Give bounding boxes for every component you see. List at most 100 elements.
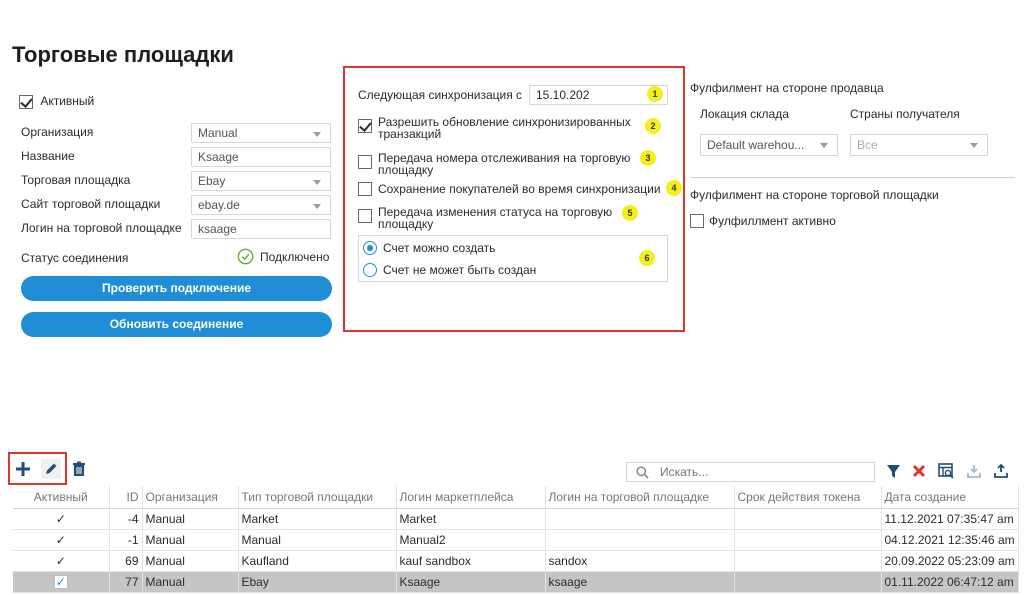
fulfillment-divider — [690, 177, 1015, 178]
delete-button[interactable] — [69, 459, 89, 479]
clear-filter-button[interactable] — [909, 461, 929, 481]
table-row[interactable]: ✓ -1 Manual Manual Manual2 04.12.2021 12… — [13, 529, 1019, 551]
seller-fulfillment-title: Фулфилмент на стороне продавца — [690, 81, 884, 95]
filter-button[interactable] — [883, 461, 903, 481]
organization-select[interactable]: Manual — [191, 123, 331, 143]
annotation-badge-1: 1 — [647, 86, 663, 102]
sync-option-status-change[interactable]: Передача изменения статуса на торговую п… — [358, 206, 612, 230]
tracking-number-checkbox[interactable] — [358, 155, 372, 169]
row-id: 77 — [109, 571, 143, 593]
plus-icon — [14, 460, 32, 478]
refresh-connection-button[interactable]: Обновить соединение — [21, 312, 332, 337]
update-transactions-label-2: транзакций — [378, 127, 442, 141]
invoice-can-create-radio[interactable] — [363, 241, 377, 255]
row-login-on-marketplace: ksaage — [545, 571, 735, 593]
marketplace-site-select[interactable]: ebay.de — [191, 195, 331, 215]
invoice-cannot-create-label: Счет не может быть создан — [383, 263, 537, 277]
marketplace-login-label: Логин на торговой площадке — [21, 221, 182, 235]
status-change-label-2: площадку — [378, 217, 434, 231]
row-created: 11.12.2021 07:35:47 am — [881, 508, 1019, 530]
sync-option-tracking-number[interactable]: Передача номера отслеживания на торговую… — [358, 152, 630, 176]
save-buyers-checkbox[interactable] — [358, 182, 372, 196]
marketplace-select[interactable]: Ebay — [191, 171, 331, 191]
column-header-marketplace-login[interactable]: Логин маркетплейса — [396, 486, 546, 509]
annotation-badge-2: 2 — [645, 118, 661, 134]
column-header-created[interactable]: Дата создание — [881, 486, 1019, 509]
table-row[interactable]: ✓ -4 Manual Market Market 11.12.2021 07:… — [13, 508, 1019, 530]
column-header-login-on-marketplace[interactable]: Логин на торговой площадке — [545, 486, 735, 509]
search-icon — [636, 465, 649, 479]
sync-settings-highlight — [343, 66, 685, 332]
invoice-cannot-create-radio[interactable] — [363, 263, 377, 277]
marketplace-site-label: Сайт торговой площадки — [21, 197, 161, 211]
edit-button[interactable] — [41, 459, 61, 479]
active-checkbox-row[interactable]: Активный — [19, 94, 94, 109]
column-header-token-expiry[interactable]: Срок действия токена — [734, 486, 882, 509]
row-token-expiry — [734, 508, 882, 530]
status-change-checkbox[interactable] — [358, 209, 372, 223]
row-token-expiry — [734, 571, 882, 593]
organization-label: Организация — [21, 125, 94, 139]
marketplace-login-input[interactable]: ksaage — [191, 219, 331, 239]
update-transactions-checkbox[interactable] — [358, 119, 372, 133]
recipient-countries-label: Страны получателя — [850, 107, 960, 121]
row-organization: Manual — [142, 508, 239, 530]
column-header-marketplace-type[interactable]: Тип торговой площадки — [238, 486, 397, 509]
import-button[interactable] — [964, 461, 984, 481]
marketplace-label: Торговая площадка — [21, 173, 131, 187]
warehouse-location-label: Локация склада — [700, 107, 789, 121]
column-header-organization[interactable]: Организация — [142, 486, 239, 509]
row-marketplace-login: Market — [396, 508, 546, 530]
marketplace-fulfillment-title: Фулфилмент на стороне торговой площадки — [690, 188, 939, 202]
row-marketplace-type: Ebay — [238, 571, 397, 593]
search-box[interactable] — [626, 462, 875, 482]
row-token-expiry — [734, 529, 882, 551]
recipient-countries-select[interactable]: Все — [850, 134, 988, 156]
row-active-check: ✓ — [13, 550, 110, 572]
invoice-can-create-label: Счет можно создать — [383, 241, 496, 255]
active-label: Активный — [40, 94, 95, 108]
search-input[interactable] — [658, 464, 858, 480]
annotation-badge-6: 6 — [639, 250, 655, 266]
row-id: -1 — [109, 529, 143, 551]
column-chooser-button[interactable] — [936, 461, 956, 481]
name-input[interactable]: Ksaage — [191, 147, 331, 167]
table-row-selected[interactable]: ✓ 77 Manual Ebay Ksaage ksaage 01.11.202… — [13, 571, 1019, 593]
check-connection-button[interactable]: Проверить подключение — [21, 276, 332, 301]
annotation-badge-4: 4 — [666, 180, 682, 196]
active-checkbox[interactable] — [19, 94, 33, 109]
table-search-icon — [938, 463, 954, 479]
fulfillment-active-label: Фулфиллмент активно — [709, 214, 836, 228]
invoice-cannot-create-option[interactable]: Счет не может быть создан — [363, 263, 536, 277]
row-marketplace-type: Market — [238, 508, 397, 530]
sync-option-update-transactions[interactable]: Разрешить обновление синхронизированных … — [358, 116, 631, 140]
add-button[interactable] — [13, 459, 33, 479]
row-organization: Manual — [142, 550, 239, 572]
fulfillment-active-checkbox[interactable] — [690, 214, 704, 228]
download-icon — [966, 463, 982, 479]
row-created: 01.11.2022 06:47:12 am — [881, 571, 1019, 593]
row-marketplace-login: Ksaage — [396, 571, 546, 593]
column-header-active[interactable]: Активный — [13, 486, 110, 509]
column-header-id[interactable]: ID — [109, 486, 143, 509]
row-login-on-marketplace — [545, 529, 735, 551]
pencil-icon — [43, 461, 59, 477]
marketplaces-table: Активный ID Организация Тип торговой пло… — [13, 486, 1019, 593]
row-active-check-box: ✓ — [53, 574, 68, 589]
sync-option-save-buyers[interactable]: Сохранение покупателей во время синхрони… — [358, 182, 661, 196]
row-created: 04.12.2021 12:35:46 am — [881, 529, 1019, 551]
table-row[interactable]: ✓ 69 Manual Kaufland kauf sandbox sandox… — [13, 550, 1019, 572]
filter-icon — [886, 464, 901, 479]
warehouse-location-select[interactable]: Default warehou... — [700, 134, 838, 156]
row-active-check: ✓ — [13, 508, 110, 530]
tracking-number-label-2: площадку — [378, 163, 434, 177]
invoice-can-create-option[interactable]: Счет можно создать — [363, 241, 495, 255]
connection-status-value: Подключено — [260, 249, 330, 264]
upload-icon — [993, 463, 1009, 479]
row-marketplace-type: Kaufland — [238, 550, 397, 572]
annotation-badge-5: 5 — [622, 205, 638, 221]
row-token-expiry — [734, 550, 882, 572]
fulfillment-active-row[interactable]: Фулфиллмент активно — [690, 214, 836, 228]
export-button[interactable] — [991, 461, 1011, 481]
row-id: 69 — [109, 550, 143, 572]
